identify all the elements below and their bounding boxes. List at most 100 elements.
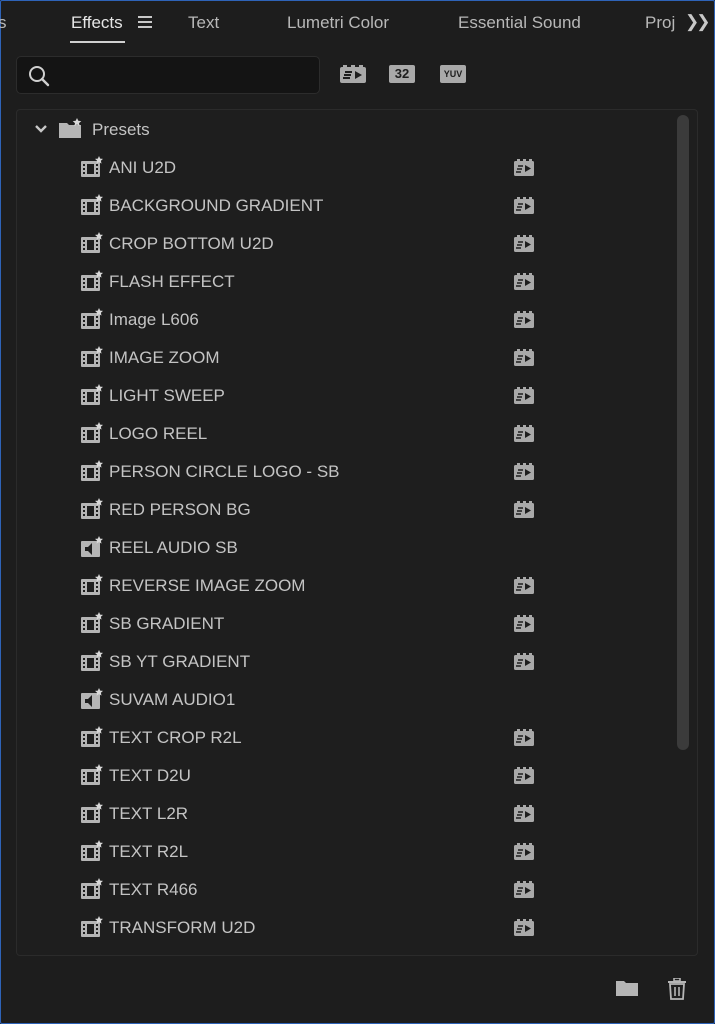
preset-item[interactable]: SB YT GRADIENT [80, 650, 550, 674]
preset-label: TEXT R466 [109, 880, 198, 899]
preset-folder-icon [59, 118, 82, 138]
preset-item[interactable]: LIGHT SWEEP [80, 384, 550, 408]
accelerated-effect-icon [514, 463, 534, 485]
accelerated-effect-icon [514, 159, 534, 181]
video-preset-icon [80, 840, 104, 867]
panel-menu-icon[interactable] [138, 16, 152, 28]
accelerated-effect-icon [514, 273, 534, 295]
preset-item[interactable]: REEL AUDIO SB [80, 536, 550, 560]
preset-label: BACKGROUND GRADIENT [109, 196, 324, 215]
preset-label: LIGHT SWEEP [109, 386, 225, 405]
preset-item[interactable]: ANI U2D [80, 156, 550, 180]
preset-item[interactable]: BACKGROUND GRADIENT [80, 194, 550, 218]
folder-label: Presets [92, 120, 150, 139]
preset-item[interactable]: TEXT R2L [80, 840, 550, 864]
video-preset-icon [80, 194, 104, 221]
preset-label: REVERSE IMAGE ZOOM [109, 576, 306, 595]
yuv-filter[interactable]: YUV [440, 65, 468, 85]
chevron-down-icon[interactable] [34, 122, 48, 136]
search-input[interactable] [59, 63, 313, 87]
video-preset-icon [80, 460, 104, 487]
video-preset-icon [80, 308, 104, 335]
accelerated-effect-icon [514, 653, 534, 675]
preset-item[interactable]: FLASH EFFECT [80, 270, 550, 294]
search-field[interactable] [16, 56, 320, 94]
audio-preset-icon [80, 688, 104, 715]
preset-item[interactable]: SB GRADIENT [80, 612, 550, 636]
preset-label: TEXT D2U [109, 766, 191, 785]
preset-label: FLASH EFFECT [109, 272, 235, 291]
preset-label: SB YT GRADIENT [109, 652, 251, 671]
preset-label: CROP BOTTOM U2D [109, 234, 274, 253]
preset-label: TRANSFORM U2D [109, 918, 256, 937]
preset-label: PERSON CIRCLE LOGO - SB [109, 462, 340, 481]
video-preset-icon [80, 156, 104, 183]
tab-project[interactable]: Proj [645, 13, 675, 33]
tab-essential-sound[interactable]: Essential Sound [458, 13, 581, 33]
tab-text[interactable]: Text [188, 13, 219, 33]
video-preset-icon [80, 650, 104, 677]
video-preset-icon [80, 270, 104, 297]
preset-label: ANI U2D [109, 158, 177, 177]
preset-item[interactable]: IMAGE ZOOM [80, 346, 550, 370]
preset-label: TEXT R2L [109, 842, 189, 861]
tab-effects[interactable]: Effects [71, 13, 123, 33]
tab-bar: s Effects Text Lumetri Color Essential S… [0, 0, 715, 46]
preset-label: REEL AUDIO SB [109, 538, 238, 557]
trash-icon[interactable] [667, 978, 687, 1000]
tab-lumetri-color[interactable]: Lumetri Color [287, 13, 389, 33]
32-bit-badge: 32 [389, 65, 415, 83]
preset-item[interactable]: LOGO REEL [80, 422, 550, 446]
preset-item[interactable]: CROP BOTTOM U2D [80, 232, 550, 256]
audio-preset-icon [80, 536, 104, 563]
preset-label: SUVAM AUDIO1 [109, 690, 236, 709]
preset-item[interactable]: Image L606 [80, 308, 550, 332]
video-preset-icon [80, 346, 104, 373]
video-preset-icon [80, 764, 104, 791]
preset-label: TEXT L2R [109, 804, 189, 823]
tab-overflow-icon[interactable]: ❯❯ [685, 12, 710, 32]
preset-item[interactable]: RED PERSON BG [80, 498, 550, 522]
vertical-scrollbar[interactable] [677, 115, 689, 750]
preset-label: RED PERSON BG [109, 500, 251, 519]
video-preset-icon [80, 916, 104, 943]
video-preset-icon [80, 574, 104, 601]
preset-item[interactable]: PERSON CIRCLE LOGO - SB [80, 460, 550, 484]
video-preset-icon [80, 384, 104, 411]
preset-item[interactable]: TEXT L2R [80, 802, 550, 826]
accelerated-effects-filter[interactable] [339, 65, 367, 85]
search-icon [29, 66, 50, 87]
preset-item[interactable]: TEXT R466 [80, 878, 550, 902]
preset-label: TEXT CROP R2L [109, 728, 242, 747]
video-preset-icon [80, 612, 104, 639]
tab-partial-left[interactable]: s [0, 13, 7, 33]
accelerated-effects-icon [340, 65, 366, 83]
preset-label: IMAGE ZOOM [109, 348, 220, 367]
new-folder-icon[interactable] [615, 978, 639, 998]
video-preset-icon [80, 878, 104, 905]
32-bit-filter[interactable]: 32 [389, 65, 417, 85]
accelerated-effect-icon [514, 425, 534, 447]
video-preset-icon [80, 726, 104, 753]
accelerated-effect-icon [514, 615, 534, 637]
preset-label: SB GRADIENT [109, 614, 225, 633]
video-preset-icon [80, 422, 104, 449]
accelerated-effect-icon [514, 881, 534, 903]
accelerated-effect-icon [514, 235, 534, 257]
accelerated-effect-icon [514, 387, 534, 409]
active-tab-indicator [70, 41, 125, 43]
preset-item[interactable]: SUVAM AUDIO1 [80, 688, 550, 712]
preset-item[interactable]: TEXT D2U [80, 764, 550, 788]
accelerated-effect-icon [514, 805, 534, 827]
preset-label: Image L606 [109, 310, 199, 329]
accelerated-effect-icon [514, 311, 534, 333]
preset-item[interactable]: REVERSE IMAGE ZOOM [80, 574, 550, 598]
video-preset-icon [80, 802, 104, 829]
video-preset-icon [80, 232, 104, 259]
accelerated-effect-icon [514, 577, 534, 599]
accelerated-effect-icon [514, 843, 534, 865]
preset-label: LOGO REEL [109, 424, 208, 443]
preset-item[interactable]: TEXT CROP R2L [80, 726, 550, 750]
preset-item[interactable]: TRANSFORM U2D [80, 916, 550, 940]
yuv-badge: YUV [440, 65, 466, 83]
